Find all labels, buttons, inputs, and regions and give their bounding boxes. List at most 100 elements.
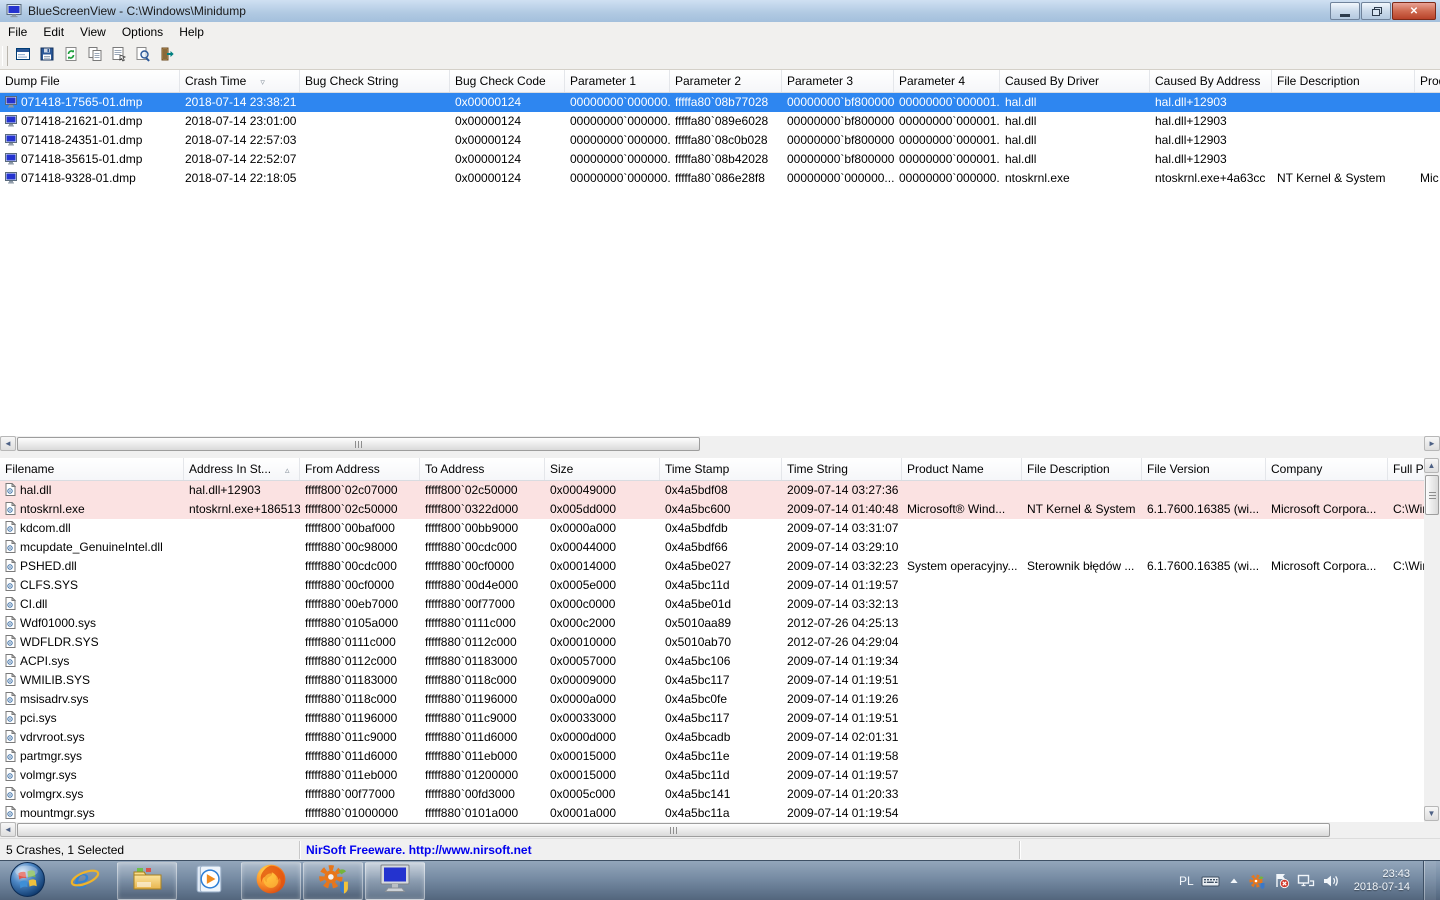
dump-column-parameter-4[interactable]: Parameter 4 <box>894 70 1000 93</box>
dump-column-file-description[interactable]: File Description <box>1272 70 1415 93</box>
lower-hscroll-thumb[interactable] <box>17 823 1330 837</box>
driver-row[interactable]: PSHED.dllfffff880`00cdc000fffff880`00cf0… <box>0 557 1424 576</box>
driver-row[interactable]: WDFLDR.SYSfffff880`0111c000fffff880`0112… <box>0 633 1424 652</box>
driver-column-size[interactable]: Size <box>545 458 660 481</box>
dump-column-parameter-2[interactable]: Parameter 2 <box>670 70 782 93</box>
scroll-left-icon[interactable]: ◄ <box>0 436 16 451</box>
advanced-run-button[interactable] <box>11 44 35 67</box>
taskbar-internet-explorer-button[interactable]: e <box>55 862 115 900</box>
driver-row[interactable]: ntoskrnl.exentoskrnl.exe+186513fffff800`… <box>0 500 1424 519</box>
driver-row[interactable]: volmgr.sysfffff880`011eb000fffff880`0120… <box>0 766 1424 785</box>
menu-file[interactable]: File <box>0 23 35 41</box>
language-indicator[interactable]: PL <box>1179 874 1194 888</box>
volume-icon[interactable] <box>1322 873 1339 889</box>
driver-row[interactable]: ACPI.sysfffff880`0112c000fffff880`011830… <box>0 652 1424 671</box>
dump-row[interactable]: 071418-9328-01.dmp2018-07-14 22:18:050x0… <box>0 169 1440 188</box>
driver-row[interactable]: kdcom.dllfffff800`00baf000fffff800`00bb9… <box>0 519 1424 538</box>
driver-column-filename[interactable]: Filename <box>0 458 184 481</box>
driver-row[interactable]: WMILIB.SYSfffff880`01183000fffff880`0118… <box>0 671 1424 690</box>
taskbar-settings-app-button[interactable] <box>303 862 363 900</box>
dump-column-bug-check-string[interactable]: Bug Check String <box>300 70 450 93</box>
show-desktop-button[interactable] <box>1423 861 1436 900</box>
advanced-run-icon <box>15 46 31 65</box>
driver-column-company[interactable]: Company <box>1266 458 1388 481</box>
driver-row[interactable]: Wdf01000.sysfffff880`0105a000fffff880`01… <box>0 614 1424 633</box>
dump-column-bug-check-code[interactable]: Bug Check Code <box>450 70 565 93</box>
driver-row[interactable]: hal.dllhal.dll+12903fffff800`02c07000fff… <box>0 481 1424 500</box>
start-button[interactable] <box>1 862 53 900</box>
lower-vscroll-thumb[interactable] <box>1425 475 1439 515</box>
dump-row[interactable]: 071418-21621-01.dmp2018-07-14 23:01:000x… <box>0 112 1440 131</box>
minimize-button[interactable] <box>1330 2 1360 20</box>
dump-column-caused-by-driver[interactable]: Caused By Driver <box>1000 70 1150 93</box>
restore-button[interactable] <box>1361 2 1391 20</box>
driver-row[interactable]: msisadrv.sysfffff880`0118c000fffff880`01… <box>0 690 1424 709</box>
network-icon[interactable] <box>1297 873 1315 889</box>
save-button[interactable] <box>35 44 59 67</box>
upper-hscroll-thumb[interactable] <box>17 437 700 451</box>
clock[interactable]: 23:43 2018-07-14 <box>1354 868 1410 894</box>
taskbar-bluescreenview-button[interactable] <box>365 862 425 900</box>
driver-column-to-address[interactable]: To Address <box>420 458 545 481</box>
driver-row[interactable]: CI.dllfffff880`00eb7000fffff880`00f77000… <box>0 595 1424 614</box>
driver-row[interactable]: mountmgr.sysfffff880`01000000fffff880`01… <box>0 804 1424 822</box>
menu-help[interactable]: Help <box>171 23 212 41</box>
driver-row[interactable]: pci.sysfffff880`01196000fffff880`011c900… <box>0 709 1424 728</box>
find-button[interactable] <box>131 44 155 67</box>
lower-horizontal-scrollbar[interactable]: ◄ <box>0 822 1424 838</box>
driver-row[interactable]: partmgr.sysfffff880`011d6000fffff880`011… <box>0 747 1424 766</box>
nirsoft-link[interactable]: NirSoft Freeware. http://www.nirsoft.net <box>300 841 1020 859</box>
dump-row[interactable]: 071418-35615-01.dmp2018-07-14 22:52:070x… <box>0 150 1440 169</box>
close-icon: ✕ <box>1410 6 1418 17</box>
driver-column-file-version[interactable]: File Version <box>1142 458 1266 481</box>
exit-button[interactable] <box>155 44 179 67</box>
driver-file-icon <box>5 483 16 500</box>
scroll-left-icon[interactable]: ◄ <box>0 822 16 837</box>
driver-column-full-pa[interactable]: Full Pa <box>1388 458 1424 481</box>
driver-column-time-string[interactable]: Time String <box>782 458 902 481</box>
driver-column-product-name[interactable]: Product Name <box>902 458 1022 481</box>
lower-vertical-scrollbar[interactable]: ▲ ▼ <box>1424 458 1440 822</box>
driver-column-file-description[interactable]: File Description <box>1022 458 1142 481</box>
driver-row[interactable]: CLFS.SYSfffff880`00cf0000fffff880`00d4e0… <box>0 576 1424 595</box>
taskbar-windows-explorer-button[interactable] <box>117 862 177 900</box>
dump-column-parameter-1[interactable]: Parameter 1 <box>565 70 670 93</box>
driver-row[interactable]: vdrvroot.sysfffff880`011c9000fffff880`01… <box>0 728 1424 747</box>
dump-row[interactable]: 071418-17565-01.dmp2018-07-14 23:38:210x… <box>0 93 1440 112</box>
dump-column-prod[interactable]: Prod <box>1415 70 1440 93</box>
show-hidden-icon[interactable] <box>1227 874 1241 888</box>
driver-column-from-address[interactable]: From Address <box>300 458 420 481</box>
menu-options[interactable]: Options <box>114 23 171 41</box>
upper-horizontal-scrollbar[interactable]: ◄ ► <box>0 436 1440 452</box>
properties-button[interactable] <box>107 44 131 67</box>
taskbar-firefox-button[interactable] <box>241 862 301 900</box>
dump-column-dump-file[interactable]: Dump File <box>0 70 180 93</box>
scroll-up-icon[interactable]: ▲ <box>1424 458 1439 473</box>
dump-column-crash-time[interactable]: Crash Time▿ <box>180 70 300 93</box>
close-button[interactable]: ✕ <box>1392 2 1436 20</box>
windows-explorer-icon <box>131 865 163 896</box>
tray-gear-icon[interactable] <box>1248 872 1266 890</box>
driver-row[interactable]: volmgrx.sysfffff880`00f77000fffff880`00f… <box>0 785 1424 804</box>
action-center-icon[interactable] <box>1273 872 1290 889</box>
driver-file-icon <box>5 540 16 557</box>
internet-explorer-icon: e <box>69 863 101 898</box>
driver-column-address-in-st[interactable]: Address In St...▵ <box>184 458 300 481</box>
dump-file-icon <box>5 114 17 131</box>
dump-row[interactable]: 071418-24351-01.dmp2018-07-14 22:57:030x… <box>0 131 1440 150</box>
scroll-right-icon[interactable]: ► <box>1424 436 1440 451</box>
copy-button[interactable] <box>83 44 107 67</box>
keyboard-icon[interactable] <box>1201 873 1220 889</box>
scroll-down-icon[interactable]: ▼ <box>1424 806 1439 821</box>
menu-bar: FileEditViewOptionsHelp <box>0 22 1440 42</box>
menu-view[interactable]: View <box>72 23 114 41</box>
dump-file-icon <box>5 171 17 188</box>
driver-row[interactable]: mcupdate_GenuineIntel.dllfffff880`00c980… <box>0 538 1424 557</box>
driver-column-time-stamp[interactable]: Time Stamp <box>660 458 782 481</box>
driver-file-icon <box>5 616 16 633</box>
dump-column-caused-by-address[interactable]: Caused By Address <box>1150 70 1272 93</box>
taskbar-media-player-button[interactable] <box>179 862 239 900</box>
dump-column-parameter-3[interactable]: Parameter 3 <box>782 70 894 93</box>
refresh-button[interactable] <box>59 44 83 67</box>
menu-edit[interactable]: Edit <box>35 23 72 41</box>
